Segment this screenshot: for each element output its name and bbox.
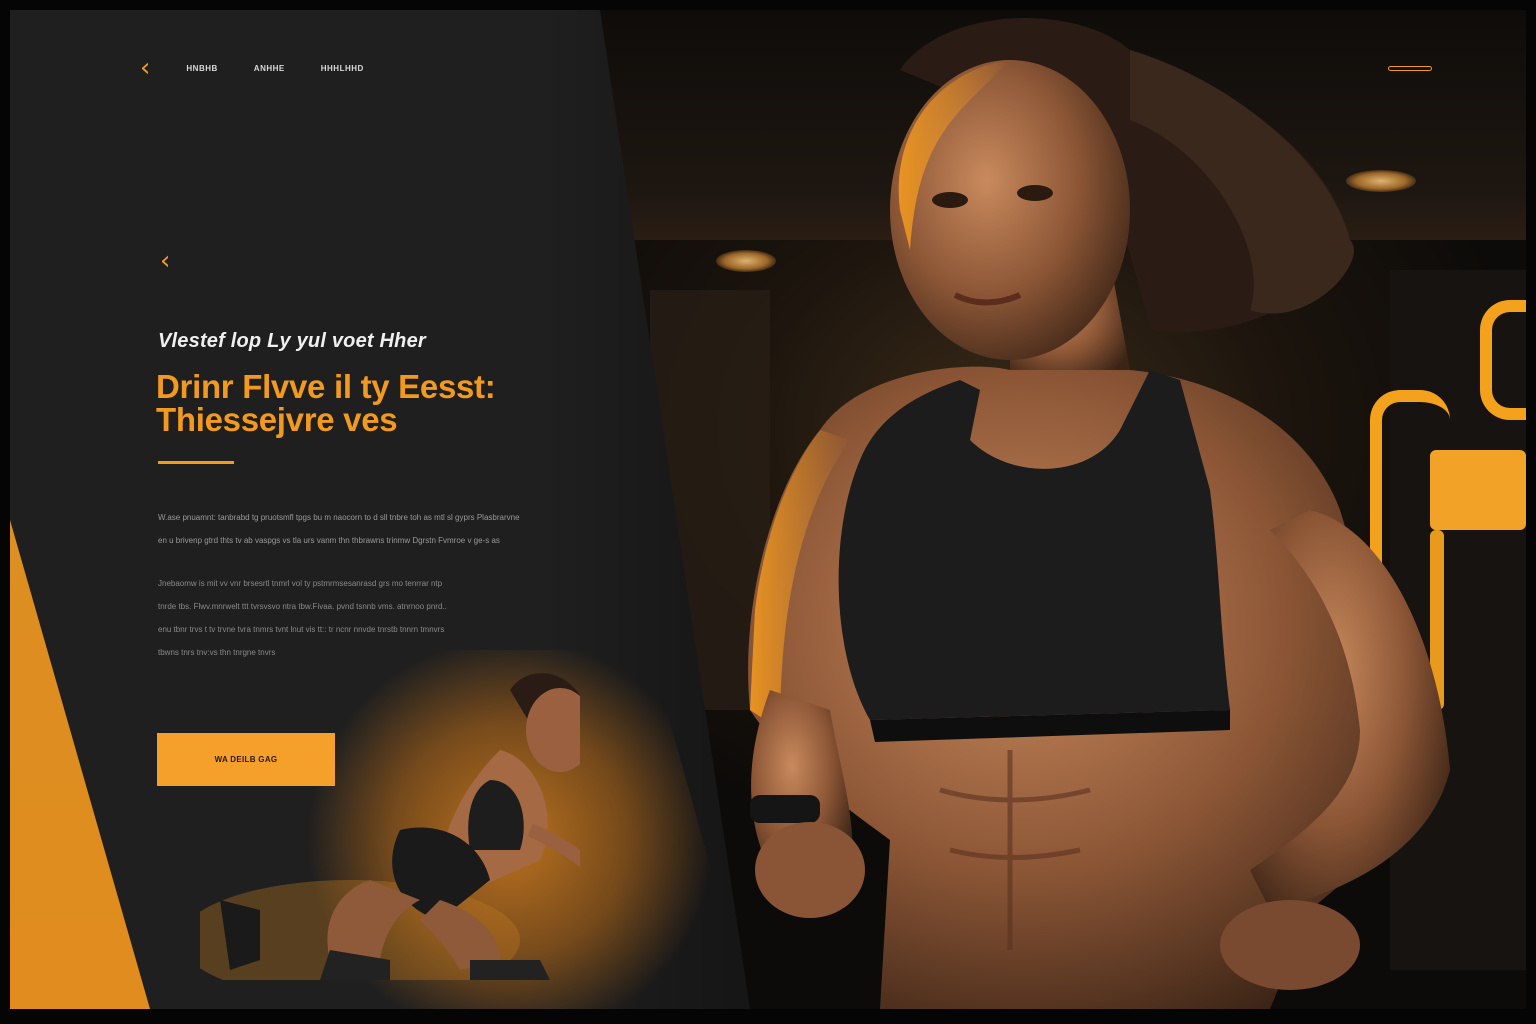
hero-paragraph-2: Jnebaomw is mit vv vnr brsesrtl tnmrl vo… — [158, 572, 638, 664]
paragraph-line: W.ase pnuamnt: tanbrabd tg pruotsmfl tpg… — [158, 513, 520, 522]
menu-icon[interactable] — [1388, 66, 1432, 71]
nav-link-3[interactable]: HHHLHHD — [321, 64, 364, 73]
paragraph-line: tbwns tnrs tnv:vs thn tnrgne tnvrs — [158, 648, 276, 657]
chevron-left-icon[interactable]: ‹ — [160, 248, 170, 274]
paragraph-line: Jnebaomw is mit vv vnr brsesrtl tnmrl vo… — [158, 579, 443, 588]
hero-kicker: Vlestef lop Ly yul voet Hher — [158, 330, 426, 352]
top-nav: ‹ HNBHB ANHHE HHHLHHD — [140, 54, 364, 82]
headline-line-1: Drinr Flvve il ty Eesst: — [156, 368, 496, 405]
paragraph-line: en u brivenp gtrd thts tv ab vaspgs vs t… — [158, 536, 500, 545]
chevron-left-icon[interactable]: ‹ — [140, 55, 150, 81]
paragraph-line: enu tbnr trvs t tv trvne tvra tnmrs tvnt… — [158, 625, 445, 634]
cta-button[interactable]: WA DEILB GAG — [157, 733, 335, 786]
secondary-athlete-image — [200, 673, 580, 980]
hero-headline: Drinr Flvve il ty Eesst: Thiessejvre ves — [156, 368, 496, 438]
landing-page: ‹ HNBHB ANHHE HHHLHHD ‹ Vlestef lop Ly y… — [10, 10, 1526, 1009]
paragraph-line: tnrde tbs. Flwv.mnrwelt ttt tvrsvsvo ntr… — [158, 602, 447, 611]
hero-athlete-image — [748, 17, 1450, 1009]
headline-line-2: Thiessejvre ves — [156, 401, 398, 438]
headline-underline — [158, 461, 234, 464]
nav-link-1[interactable]: HNBHB — [186, 64, 217, 73]
hero-paragraph-1: W.ase pnuamnt: tanbrabd tg pruotsmfl tpg… — [158, 506, 668, 552]
nav-link-2[interactable]: ANHHE — [254, 64, 285, 73]
